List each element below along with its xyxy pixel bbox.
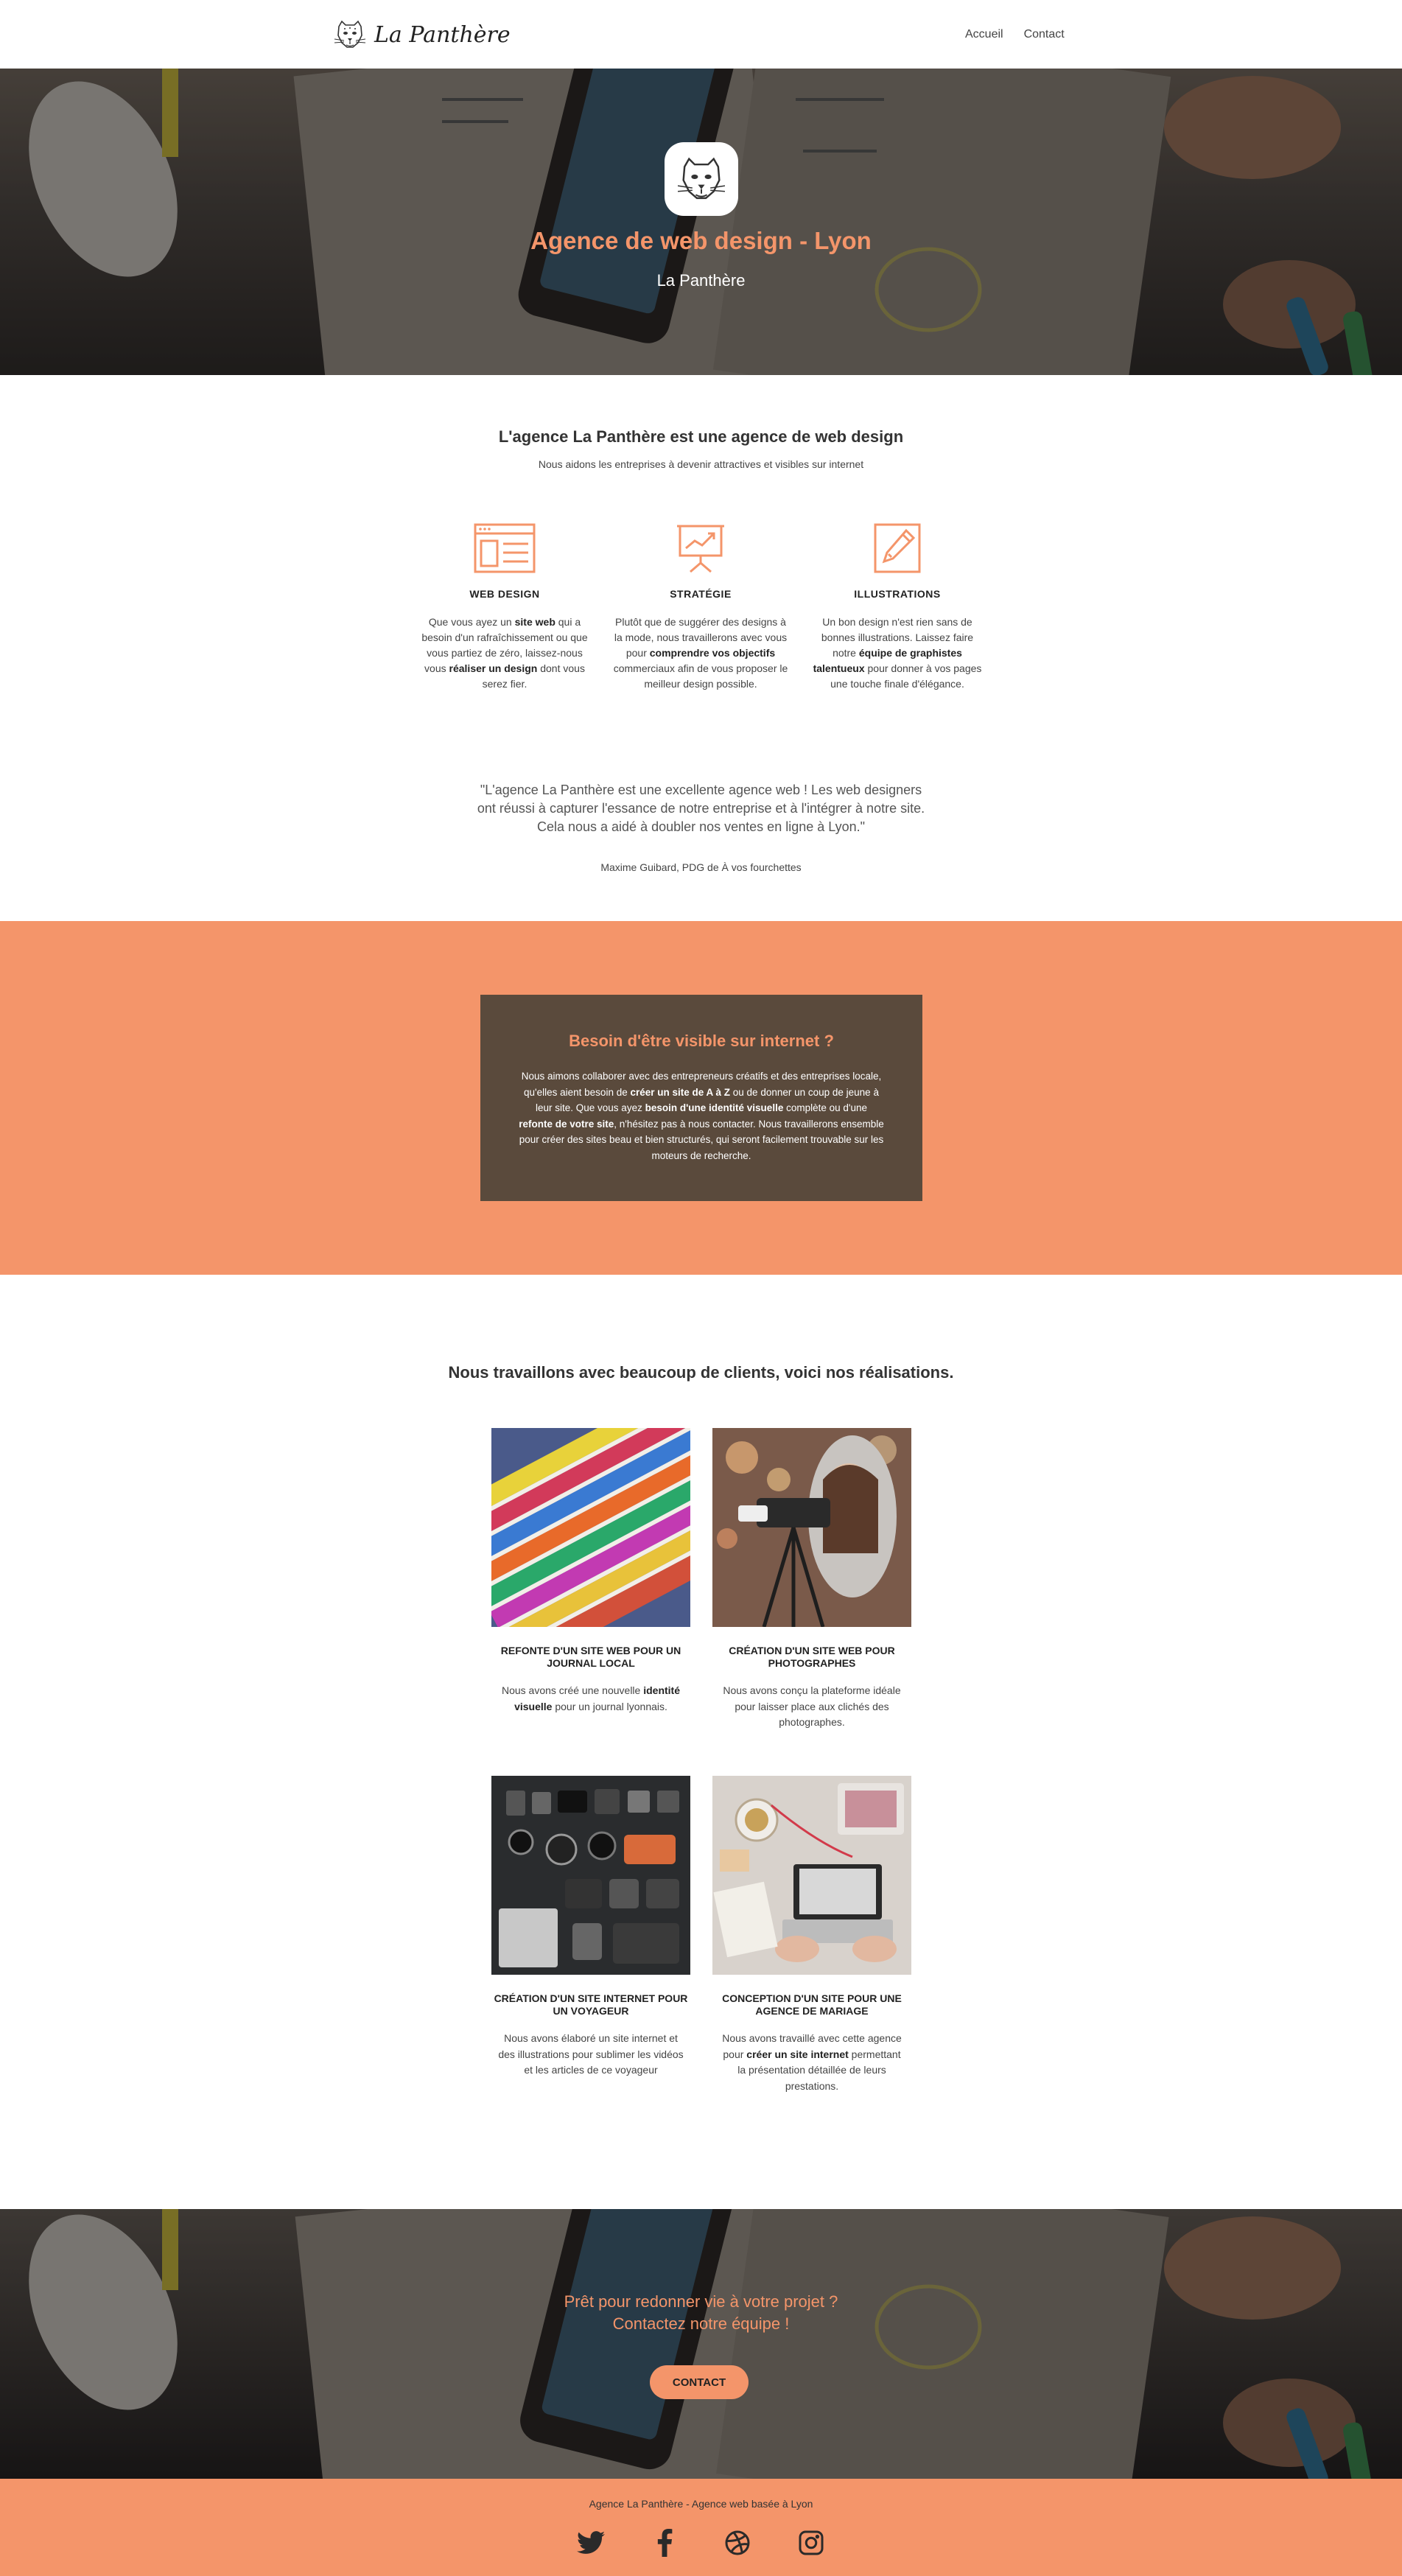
footer: Agence La Panthère - Agence web basée à … bbox=[0, 2479, 1402, 2576]
photographer-photo bbox=[712, 1428, 911, 1627]
social-links bbox=[575, 2527, 827, 2563]
project-description: Nous avons créé une nouvelle identité vi… bbox=[501, 1684, 680, 1712]
hero-logo-badge bbox=[665, 142, 738, 216]
presentation-chart-icon bbox=[677, 525, 724, 573]
service-strategie: STRATÉGIE Plutôt que de suggérer des des… bbox=[612, 523, 789, 692]
bold-text: besoin d'une identité visuelle bbox=[645, 1102, 784, 1113]
travel-gear-photo bbox=[491, 1776, 690, 1975]
visibility-card: Besoin d'être visible sur internet ? Nou… bbox=[480, 995, 922, 1201]
visibility-title: Besoin d'être visible sur internet ? bbox=[569, 1032, 834, 1050]
twitter-icon[interactable] bbox=[575, 2527, 607, 2559]
footer-text: Agence La Panthère - Agence web basée à … bbox=[589, 2498, 813, 2510]
project-title: Conception d'un site pour une agence de … bbox=[722, 1992, 902, 2017]
service-illustrations: ILLUSTRATIONS Un bon design n'est rien s… bbox=[809, 523, 986, 692]
bold-text: site web bbox=[514, 616, 555, 628]
service-description: Que vous ayez un site web qui a besoin d… bbox=[421, 616, 588, 690]
project-card[interactable]: Refonte d'un site web pour un journal lo… bbox=[491, 1428, 690, 1715]
brand-name: La Panthère bbox=[374, 21, 511, 48]
bold-text: créer un site internet bbox=[746, 2048, 849, 2060]
project-title: Création d'un site web pour photographes bbox=[729, 1645, 895, 1669]
nav-link-contact[interactable]: Contact bbox=[1024, 28, 1065, 41]
bold-text: équipe de graphistes talentueux bbox=[813, 647, 962, 674]
bold-text: comprendre vos objectifs bbox=[649, 647, 776, 659]
bold-text: créer un site de A à Z bbox=[630, 1086, 731, 1098]
brand-link[interactable]: La Panthère bbox=[333, 18, 511, 52]
testimonial-quote: "L'agence La Panthère est une excellente… bbox=[477, 783, 925, 834]
project-description: Nous avons travaillé avec cette agence p… bbox=[722, 2032, 902, 2092]
wedding-desk-photo bbox=[712, 1776, 911, 1975]
panther-head-icon bbox=[677, 157, 726, 200]
hero-title: Agence de web design - Lyon bbox=[530, 227, 872, 254]
intro-subtitle: Nous aidons les entreprises à devenir at… bbox=[538, 458, 864, 470]
cta-heading-line1: Prêt pour redonner vie à votre projet ? bbox=[564, 2292, 838, 2311]
intro-title: L'agence La Panthère est une agence de w… bbox=[498, 427, 904, 446]
visibility-section: Besoin d'être visible sur internet ? Nou… bbox=[0, 921, 1402, 1275]
cta-heading-line2: Contactez notre équipe ! bbox=[612, 2314, 790, 2333]
portfolio-title: Nous travaillons avec beaucoup de client… bbox=[448, 1363, 954, 1382]
service-web-design: WEB DESIGN Que vous ayez un site web qui… bbox=[416, 523, 593, 692]
testimonial-author: Maxime Guibard, PDG de À vos fourchettes bbox=[600, 861, 802, 873]
project-card[interactable]: Conception d'un site pour une agence de … bbox=[712, 1776, 911, 2094]
project-description: Nous avons conçu la plateforme idéale po… bbox=[723, 1684, 901, 1728]
hero-subtitle: La Panthère bbox=[656, 271, 746, 290]
project-title: Création d'un site internet pour un voya… bbox=[494, 1992, 688, 2017]
magazines-photo bbox=[491, 1428, 690, 1627]
dribbble-icon[interactable] bbox=[721, 2527, 754, 2559]
hero-banner: Agence de web design - Lyon La Panthère bbox=[0, 69, 1402, 375]
service-description: Un bon design n'est rien sans de bonnes … bbox=[813, 616, 982, 690]
nav-links: Accueil Contact bbox=[965, 28, 1065, 41]
pencil-icon bbox=[874, 523, 921, 573]
bold-text: refonte de votre site bbox=[519, 1118, 614, 1130]
service-title: WEB DESIGN bbox=[469, 588, 540, 600]
project-description: Nous avons élaboré un site internet et d… bbox=[498, 2032, 684, 2076]
bold-text: identité visuelle bbox=[514, 1684, 680, 1712]
service-description: Plutôt que de suggérer des designs à la … bbox=[613, 616, 788, 690]
bold-text: réaliser un design bbox=[449, 662, 538, 674]
service-title: ILLUSTRATIONS bbox=[854, 588, 941, 600]
services-grid: WEB DESIGN Que vous ayez un site web qui… bbox=[416, 523, 986, 715]
contact-button[interactable]: CONTACT bbox=[650, 2365, 749, 2399]
project-card[interactable]: Création d'un site web pour photographes… bbox=[712, 1428, 911, 1731]
facebook-icon[interactable] bbox=[648, 2527, 681, 2559]
cta-overlay bbox=[0, 2209, 1402, 2479]
nav-link-accueil[interactable]: Accueil bbox=[965, 28, 1003, 41]
visibility-text: Nous aimons collaborer avec des entrepre… bbox=[519, 1071, 884, 1161]
project-title: Refonte d'un site web pour un journal lo… bbox=[500, 1645, 681, 1669]
web-layout-icon bbox=[474, 523, 536, 573]
contact-cta-section: Prêt pour redonner vie à votre projet ? … bbox=[0, 2209, 1402, 2479]
navbar: La Panthère Accueil Contact bbox=[0, 0, 1402, 69]
service-title: STRATÉGIE bbox=[670, 588, 732, 600]
instagram-icon[interactable] bbox=[795, 2527, 827, 2559]
hero-overlay bbox=[0, 69, 1402, 375]
project-card[interactable]: Création d'un site internet pour un voya… bbox=[491, 1776, 690, 2079]
panther-logo-icon bbox=[334, 20, 366, 48]
